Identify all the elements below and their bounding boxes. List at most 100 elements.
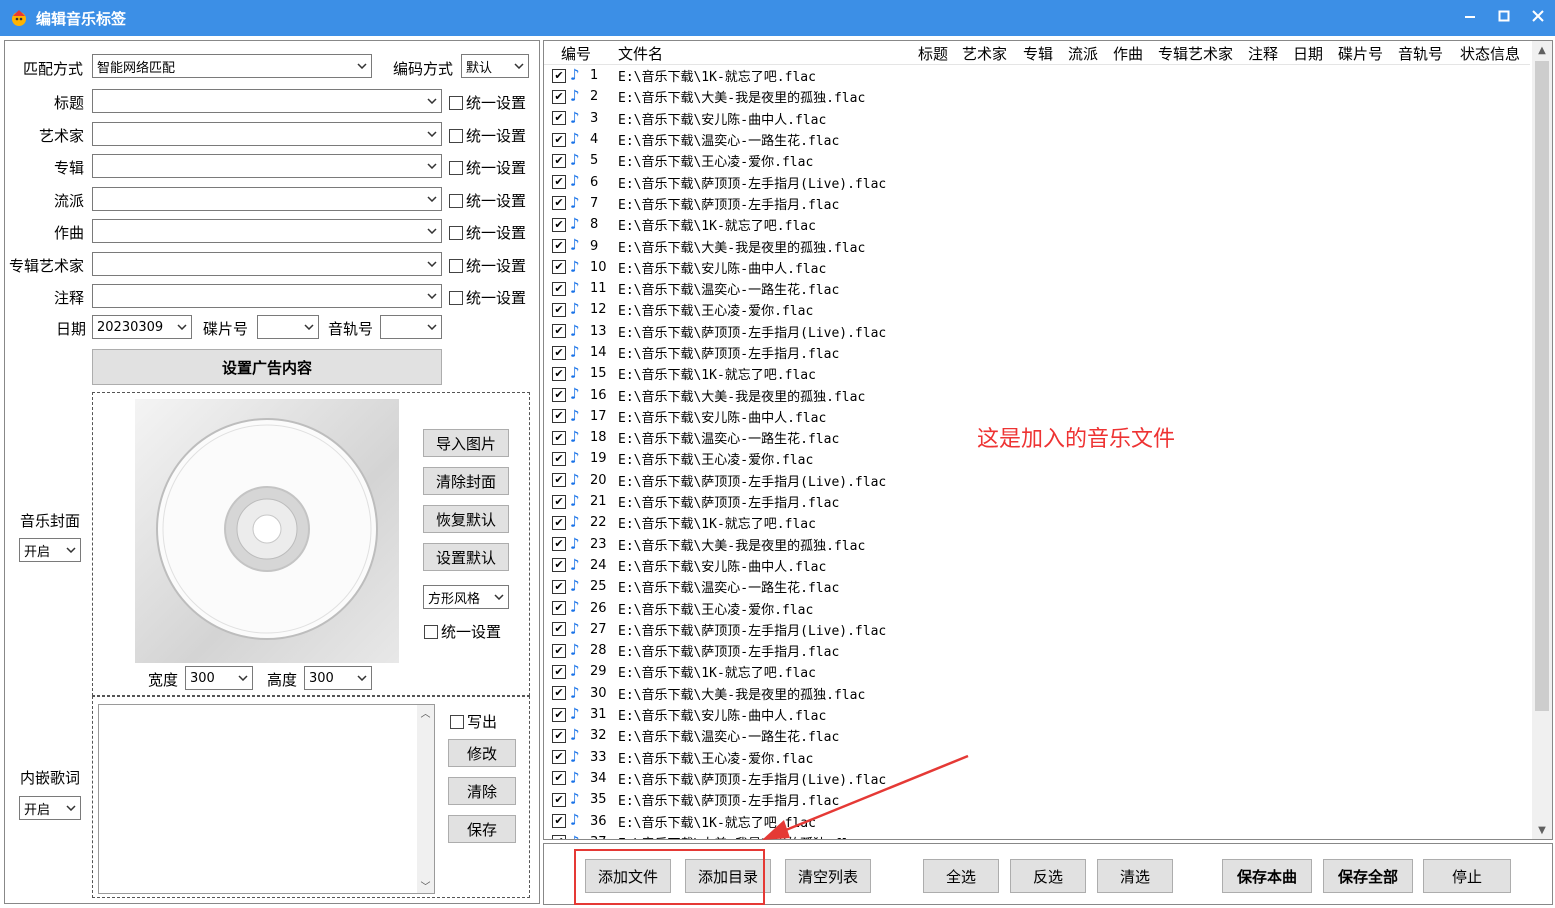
row-checkbox[interactable]: ✔ xyxy=(552,558,566,573)
table-row[interactable]: ✔ ♪ 13 E:\音乐下载\萨顶顶-左手指月(Live).flac xyxy=(544,321,1530,342)
cover-enabled-select[interactable]: 开启 xyxy=(19,538,81,562)
row-checkbox[interactable]: ✔ xyxy=(552,345,566,360)
row-checkbox[interactable]: ✔ xyxy=(552,814,566,829)
row-checkbox[interactable]: ✔ xyxy=(552,664,566,679)
row-checkbox[interactable]: ✔ xyxy=(552,260,566,275)
lyrics-scrollbar[interactable]: ︿ ﹀ xyxy=(417,705,434,893)
row-checkbox[interactable]: ✔ xyxy=(552,643,566,658)
lyrics-enabled-select[interactable]: 开启 xyxy=(19,796,81,820)
artist-unify-checkbox[interactable]: 统一设置 xyxy=(449,125,526,146)
row-checkbox[interactable]: ✔ xyxy=(552,388,566,403)
col-header-num[interactable]: 编号 xyxy=(561,43,591,64)
table-row[interactable]: ✔ ♪ 22 E:\音乐下载\1K-就忘了吧.flac xyxy=(544,512,1530,533)
date-select[interactable]: 20230309 xyxy=(92,315,192,339)
row-checkbox[interactable]: ✔ xyxy=(552,153,566,168)
add-folder-button[interactable]: 添加目录 xyxy=(685,859,771,893)
table-row[interactable]: ✔ ♪ 26 E:\音乐下载\王心凌-爱你.flac xyxy=(544,597,1530,618)
cover-image[interactable] xyxy=(135,399,399,663)
table-row[interactable]: ✔ ♪ 30 E:\音乐下载\大美-我是夜里的孤独.flac xyxy=(544,683,1530,704)
row-checkbox[interactable]: ✔ xyxy=(552,217,566,232)
table-row[interactable]: ✔ ♪ 20 E:\音乐下载\萨顶顶-左手指月(Live).flac xyxy=(544,470,1530,491)
table-row[interactable]: ✔ ♪ 35 E:\音乐下载\萨顶顶-左手指月.flac xyxy=(544,789,1530,810)
maximize-button[interactable] xyxy=(1487,0,1521,32)
table-row[interactable]: ✔ ♪ 37 E:\音乐下载\大美-我是夜里的孤独.flac xyxy=(544,832,1530,839)
width-select[interactable]: 300 xyxy=(185,666,253,690)
cover-style-select[interactable]: 方形风格 xyxy=(423,585,509,609)
table-row[interactable]: ✔ ♪ 5 E:\音乐下载\王心凌-爱你.flac xyxy=(544,150,1530,171)
row-checkbox[interactable]: ✔ xyxy=(552,132,566,147)
row-checkbox[interactable]: ✔ xyxy=(552,451,566,466)
save-current-button[interactable]: 保存本曲 xyxy=(1222,859,1312,893)
cover-unify-checkbox[interactable]: 统一设置 xyxy=(424,621,501,642)
table-row[interactable]: ✔ ♪ 21 E:\音乐下载\萨顶顶-左手指月.flac xyxy=(544,491,1530,512)
table-row[interactable]: ✔ ♪ 29 E:\音乐下载\1K-就忘了吧.flac xyxy=(544,661,1530,682)
import-image-button[interactable]: 导入图片 xyxy=(423,429,509,457)
table-row[interactable]: ✔ ♪ 36 E:\音乐下载\1K-就忘了吧.flac xyxy=(544,810,1530,831)
modify-lyrics-button[interactable]: 修改 xyxy=(448,739,516,767)
table-row[interactable]: ✔ ♪ 28 E:\音乐下载\萨顶顶-左手指月.flac xyxy=(544,640,1530,661)
table-row[interactable]: ✔ ♪ 15 E:\音乐下载\1K-就忘了吧.flac xyxy=(544,363,1530,384)
row-checkbox[interactable]: ✔ xyxy=(552,366,566,381)
album-artist-select[interactable] xyxy=(92,252,442,276)
comment-unify-checkbox[interactable]: 统一设置 xyxy=(449,287,526,308)
row-checkbox[interactable]: ✔ xyxy=(552,409,566,424)
set-ad-content-button[interactable]: 设置广告内容 xyxy=(92,349,442,385)
table-row[interactable]: ✔ ♪ 32 E:\音乐下载\温奕心-一路生花.flac xyxy=(544,725,1530,746)
row-checkbox[interactable]: ✔ xyxy=(552,175,566,190)
col-header-artist[interactable]: 艺术家 xyxy=(962,43,1007,64)
height-select[interactable]: 300 xyxy=(304,666,372,690)
scroll-down-icon[interactable]: ▼ xyxy=(1532,821,1552,839)
genre-unify-checkbox[interactable]: 统一设置 xyxy=(449,190,526,211)
genre-select[interactable] xyxy=(92,187,442,211)
table-row[interactable]: ✔ ♪ 16 E:\音乐下载\大美-我是夜里的孤独.flac xyxy=(544,384,1530,405)
table-row[interactable]: ✔ ♪ 11 E:\音乐下载\温奕心-一路生花.flac xyxy=(544,278,1530,299)
table-row[interactable]: ✔ ♪ 33 E:\音乐下载\王心凌-爱你.flac xyxy=(544,747,1530,768)
col-header-status[interactable]: 状态信息 xyxy=(1460,43,1520,64)
clear-lyrics-button[interactable]: 清除 xyxy=(448,777,516,805)
row-checkbox[interactable]: ✔ xyxy=(552,89,566,104)
row-checkbox[interactable]: ✔ xyxy=(552,515,566,530)
comment-select[interactable] xyxy=(92,284,442,308)
close-button[interactable] xyxy=(1521,0,1555,32)
scroll-up-icon[interactable]: ︿ xyxy=(421,705,431,720)
title-select[interactable] xyxy=(92,89,442,113)
table-row[interactable]: ✔ ♪ 23 E:\音乐下载\大美-我是夜里的孤独.flac xyxy=(544,534,1530,555)
title-unify-checkbox[interactable]: 统一设置 xyxy=(449,92,526,113)
scroll-up-icon[interactable]: ▲ xyxy=(1532,41,1552,59)
composer-unify-checkbox[interactable]: 统一设置 xyxy=(449,222,526,243)
row-checkbox[interactable]: ✔ xyxy=(552,622,566,637)
invert-selection-button[interactable]: 反选 xyxy=(1010,859,1086,893)
row-checkbox[interactable]: ✔ xyxy=(552,239,566,254)
encoding-select[interactable]: 默认 xyxy=(461,54,529,78)
row-checkbox[interactable]: ✔ xyxy=(552,281,566,296)
table-row[interactable]: ✔ ♪ 25 E:\音乐下载\温奕心-一路生花.flac xyxy=(544,576,1530,597)
album-unify-checkbox[interactable]: 统一设置 xyxy=(449,157,526,178)
minimize-button[interactable] xyxy=(1453,0,1487,32)
table-row[interactable]: ✔ ♪ 14 E:\音乐下载\萨顶顶-左手指月.flac xyxy=(544,342,1530,363)
row-checkbox[interactable]: ✔ xyxy=(552,686,566,701)
artist-select[interactable] xyxy=(92,122,442,146)
add-files-button[interactable]: 添加文件 xyxy=(585,859,671,893)
scroll-thumb[interactable] xyxy=(1535,61,1549,711)
table-row[interactable]: ✔ ♪ 2 E:\音乐下载\大美-我是夜里的孤独.flac xyxy=(544,86,1530,107)
table-row[interactable]: ✔ ♪ 27 E:\音乐下载\萨顶顶-左手指月(Live).flac xyxy=(544,619,1530,640)
row-checkbox[interactable]: ✔ xyxy=(552,792,566,807)
row-checkbox[interactable]: ✔ xyxy=(552,430,566,445)
disc-select[interactable] xyxy=(257,315,319,339)
col-header-album-artist[interactable]: 专辑艺术家 xyxy=(1158,43,1233,64)
scroll-down-icon[interactable]: ﹀ xyxy=(421,878,431,893)
row-checkbox[interactable]: ✔ xyxy=(552,302,566,317)
row-checkbox[interactable]: ✔ xyxy=(552,537,566,552)
clear-list-button[interactable]: 清空列表 xyxy=(785,859,871,893)
stop-button[interactable]: 停止 xyxy=(1423,859,1511,893)
table-row[interactable]: ✔ ♪ 9 E:\音乐下载\大美-我是夜里的孤独.flac xyxy=(544,235,1530,256)
match-mode-select[interactable]: 智能网络匹配 xyxy=(92,54,372,78)
table-row[interactable]: ✔ ♪ 8 E:\音乐下载\1K-就忘了吧.flac xyxy=(544,214,1530,235)
row-checkbox[interactable]: ✔ xyxy=(552,771,566,786)
table-row[interactable]: ✔ ♪ 12 E:\音乐下载\王心凌-爱你.flac xyxy=(544,299,1530,320)
save-lyrics-button[interactable]: 保存 xyxy=(448,815,516,843)
col-header-filename[interactable]: 文件名 xyxy=(618,43,663,64)
row-checkbox[interactable]: ✔ xyxy=(552,750,566,765)
row-checkbox[interactable]: ✔ xyxy=(552,68,566,83)
row-checkbox[interactable]: ✔ xyxy=(552,473,566,488)
